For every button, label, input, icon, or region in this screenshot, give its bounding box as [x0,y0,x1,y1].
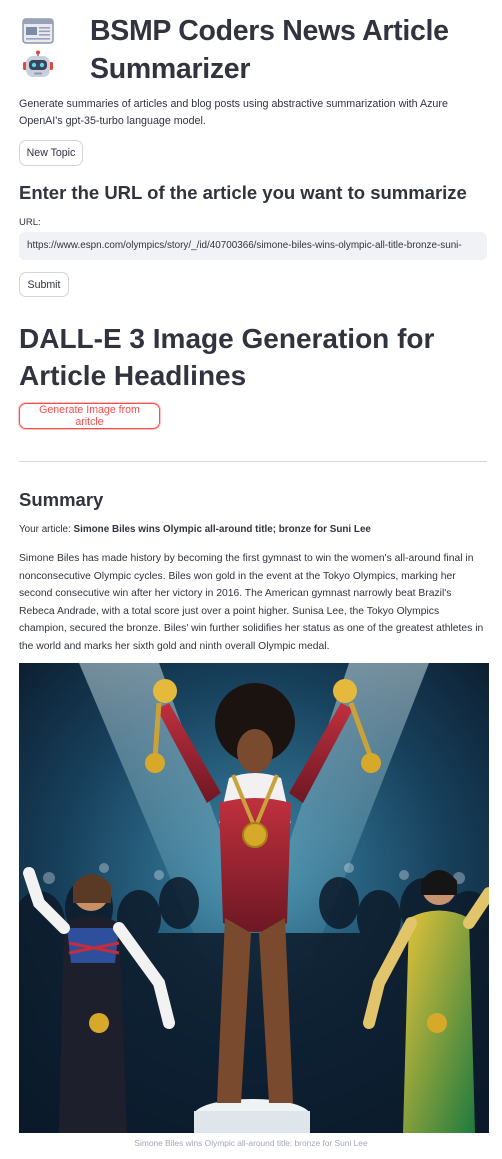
robot-icon [23,50,53,77]
page-description: Generate summaries of articles and blog … [19,98,448,127]
new-topic-button[interactable]: New Topic [19,140,83,166]
page-title: BSMP Coders News Article Summarizer [90,15,449,85]
generate-image-button[interactable]: Generate Image from aritcle [19,403,160,429]
dalle-section-heading: DALL-E 3 Image Generation for Article He… [19,323,435,391]
url-input[interactable]: https://www.espn.com/olympics/story/_/id… [19,232,487,260]
summary-text: Simone Biles has made history by becomin… [19,553,484,652]
article-title-line: Your article: Simone Biles wins Olympic … [19,524,371,535]
header-icons [20,16,60,82]
article-title: Simone Biles wins Olympic all-around tit… [73,524,371,535]
url-label: URL: [19,217,41,228]
summary-heading: Summary [19,489,104,510]
submit-button[interactable]: Submit [19,272,69,297]
url-section-heading: Enter the URL of the article you want to… [19,182,467,203]
newspaper-icon [22,18,54,44]
generated-image [19,663,489,1133]
generated-illustration [19,663,489,1133]
divider [19,461,487,462]
article-label: Your article: [19,524,71,535]
image-caption: Simone Biles wins Olympic all-around tit… [134,1138,368,1148]
